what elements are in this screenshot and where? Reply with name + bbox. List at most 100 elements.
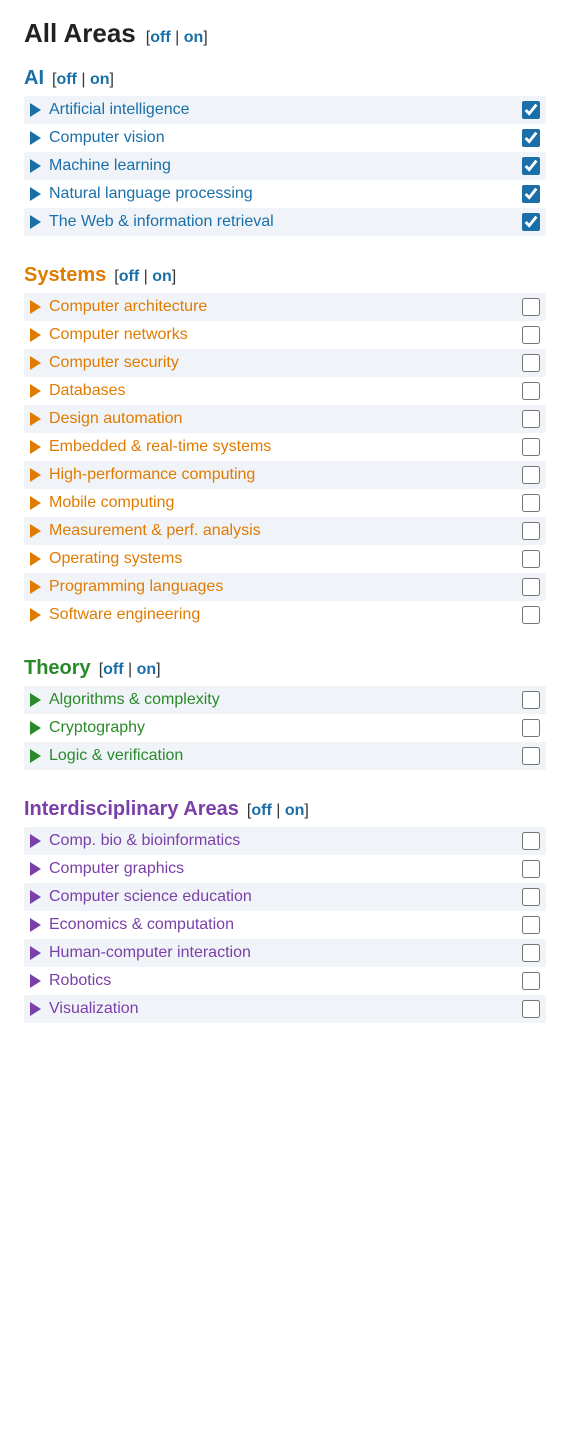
expand-triangle-icon[interactable]: [30, 384, 41, 398]
area-checkbox[interactable]: [522, 354, 540, 372]
expand-triangle-icon[interactable]: [30, 946, 41, 960]
list-item: Computer architecture: [24, 293, 546, 321]
section-toggle-ai[interactable]: [off | on]: [52, 71, 114, 89]
area-label: Embedded & real-time systems: [49, 438, 271, 456]
section-toggle-systems[interactable]: [off | on]: [114, 268, 176, 286]
expand-triangle-icon[interactable]: [30, 552, 41, 566]
expand-triangle-icon[interactable]: [30, 187, 41, 201]
area-checkbox[interactable]: [522, 860, 540, 878]
list-item: Measurement & perf. analysis: [24, 517, 546, 545]
expand-triangle-icon[interactable]: [30, 215, 41, 229]
section-on-theory[interactable]: on: [137, 661, 157, 678]
section-on-interdisciplinary[interactable]: on: [285, 802, 305, 819]
area-checkbox[interactable]: [522, 129, 540, 147]
area-checkbox[interactable]: [522, 213, 540, 231]
area-checkbox[interactable]: [522, 578, 540, 596]
area-label: The Web & information retrieval: [49, 213, 274, 231]
area-checkbox[interactable]: [522, 747, 540, 765]
expand-triangle-icon[interactable]: [30, 412, 41, 426]
section-header-ai: AI [off | on]: [24, 67, 546, 90]
area-checkbox[interactable]: [522, 101, 540, 119]
expand-triangle-icon[interactable]: [30, 749, 41, 763]
area-checkbox[interactable]: [522, 494, 540, 512]
expand-triangle-icon[interactable]: [30, 721, 41, 735]
area-checkbox[interactable]: [522, 185, 540, 203]
area-checkbox[interactable]: [522, 606, 540, 624]
area-label: Machine learning: [49, 157, 171, 175]
list-item: High-performance computing: [24, 461, 546, 489]
area-checkbox[interactable]: [522, 832, 540, 850]
area-checkbox[interactable]: [522, 972, 540, 990]
list-item: Computer science education: [24, 883, 546, 911]
expand-triangle-icon[interactable]: [30, 608, 41, 622]
list-item: Computer graphics: [24, 855, 546, 883]
list-item: Economics & computation: [24, 911, 546, 939]
area-checkbox[interactable]: [522, 522, 540, 540]
expand-triangle-icon[interactable]: [30, 974, 41, 988]
area-checkbox[interactable]: [522, 410, 540, 428]
expand-triangle-icon[interactable]: [30, 890, 41, 904]
section-off-theory[interactable]: off: [103, 661, 123, 678]
list-item: Computer security: [24, 349, 546, 377]
area-checkbox[interactable]: [522, 438, 540, 456]
expand-triangle-icon[interactable]: [30, 524, 41, 538]
area-label: Computer architecture: [49, 298, 207, 316]
area-checkbox[interactable]: [522, 1000, 540, 1018]
expand-triangle-icon[interactable]: [30, 468, 41, 482]
expand-triangle-icon[interactable]: [30, 1002, 41, 1016]
section-on-ai[interactable]: on: [90, 71, 110, 88]
all-areas-toggle[interactable]: [off | on]: [146, 29, 208, 47]
area-checkbox[interactable]: [522, 157, 540, 175]
area-checkbox[interactable]: [522, 466, 540, 484]
area-checkbox[interactable]: [522, 382, 540, 400]
section-label-interdisciplinary: Interdisciplinary Areas: [24, 798, 239, 821]
expand-triangle-icon[interactable]: [30, 496, 41, 510]
list-item: Robotics: [24, 967, 546, 995]
list-item: Design automation: [24, 405, 546, 433]
expand-triangle-icon[interactable]: [30, 103, 41, 117]
list-item: Databases: [24, 377, 546, 405]
area-checkbox[interactable]: [522, 944, 540, 962]
area-label: Computer vision: [49, 129, 165, 147]
area-checkbox[interactable]: [522, 298, 540, 316]
list-item: Visualization: [24, 995, 546, 1023]
area-label: Programming languages: [49, 578, 223, 596]
expand-triangle-icon[interactable]: [30, 693, 41, 707]
area-checkbox[interactable]: [522, 916, 540, 934]
all-areas-off-link[interactable]: off: [150, 29, 170, 46]
area-checkbox[interactable]: [522, 691, 540, 709]
area-label: Algorithms & complexity: [49, 691, 220, 709]
area-label: Economics & computation: [49, 916, 234, 934]
expand-triangle-icon[interactable]: [30, 300, 41, 314]
area-checkbox[interactable]: [522, 326, 540, 344]
area-checkbox[interactable]: [522, 550, 540, 568]
section-header-theory: Theory [off | on]: [24, 657, 546, 680]
area-list-ai: Artificial intelligenceComputer visionMa…: [24, 96, 546, 236]
area-label: Logic & verification: [49, 747, 183, 765]
all-areas-on-link[interactable]: on: [184, 29, 204, 46]
area-label: Computer networks: [49, 326, 188, 344]
expand-triangle-icon[interactable]: [30, 834, 41, 848]
section-toggle-theory[interactable]: [off | on]: [99, 661, 161, 679]
section-toggle-interdisciplinary[interactable]: [off | on]: [247, 802, 309, 820]
area-label: Comp. bio & bioinformatics: [49, 832, 240, 850]
section-off-systems[interactable]: off: [119, 268, 139, 285]
expand-triangle-icon[interactable]: [30, 328, 41, 342]
area-checkbox[interactable]: [522, 719, 540, 737]
expand-triangle-icon[interactable]: [30, 356, 41, 370]
area-checkbox[interactable]: [522, 888, 540, 906]
expand-triangle-icon[interactable]: [30, 580, 41, 594]
expand-triangle-icon[interactable]: [30, 440, 41, 454]
section-off-ai[interactable]: off: [56, 71, 76, 88]
area-label: Computer graphics: [49, 860, 184, 878]
area-label: Natural language processing: [49, 185, 253, 203]
expand-triangle-icon[interactable]: [30, 918, 41, 932]
title-text: All Areas: [24, 18, 136, 49]
area-list-systems: Computer architecture Computer networks Co…: [24, 293, 546, 629]
expand-triangle-icon[interactable]: [30, 159, 41, 173]
section-off-interdisciplinary[interactable]: off: [251, 802, 271, 819]
expand-triangle-icon[interactable]: [30, 862, 41, 876]
section-label-theory: Theory: [24, 657, 91, 680]
section-on-systems[interactable]: on: [152, 268, 172, 285]
expand-triangle-icon[interactable]: [30, 131, 41, 145]
